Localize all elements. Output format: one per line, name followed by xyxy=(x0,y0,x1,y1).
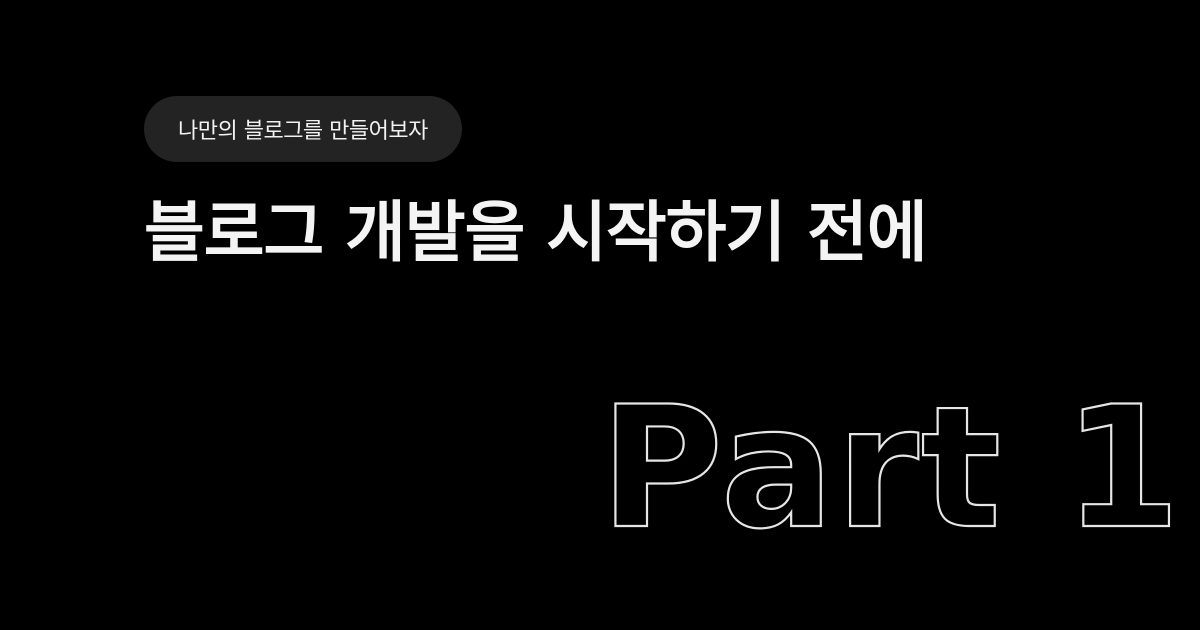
series-badge-label: 나만의 블로그를 만들어보자 xyxy=(178,119,428,144)
part-label-text: Part 1 xyxy=(600,370,1183,566)
part-label-outline: Part 1 xyxy=(599,369,1182,567)
thumbnail-canvas: 나만의 블로그를 만들어보자 블로그 개발을 시작하기 전에 Part 1 xyxy=(0,0,1200,630)
headline-title: 블로그 개발을 시작하기 전에 xyxy=(144,194,928,271)
series-badge: 나만의 블로그를 만들어보자 xyxy=(144,96,462,162)
